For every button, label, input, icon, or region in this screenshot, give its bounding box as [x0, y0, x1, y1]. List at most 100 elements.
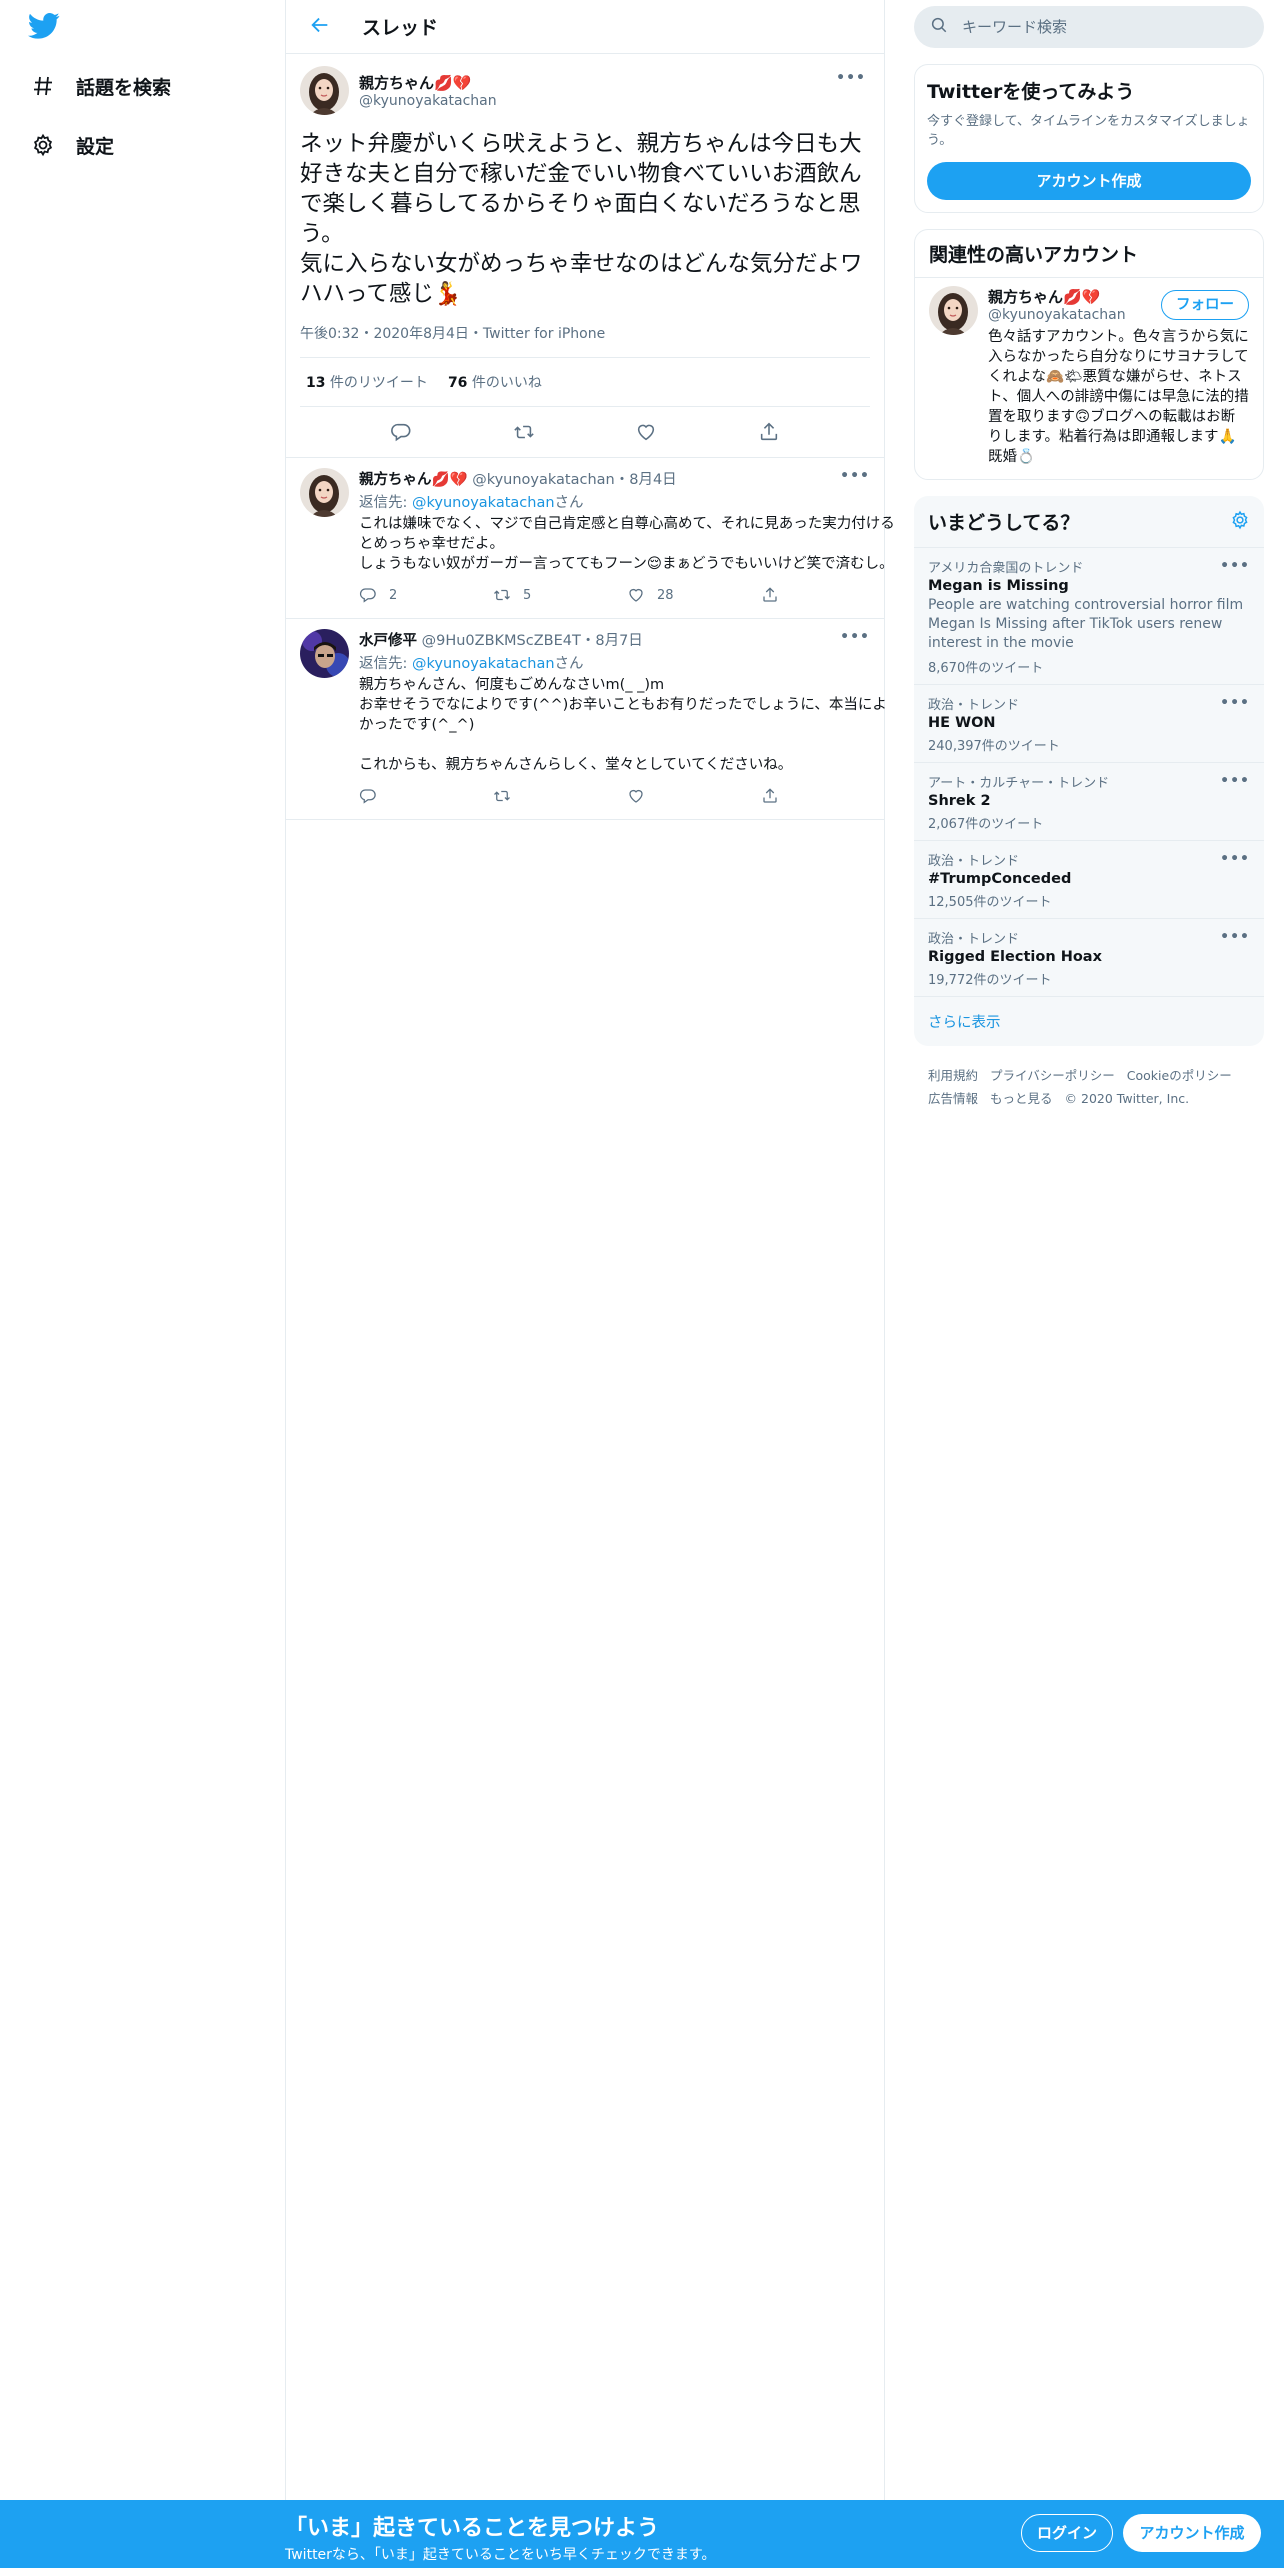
arrow-left-icon — [309, 14, 331, 40]
avatar[interactable] — [300, 629, 349, 678]
reply-count: 2 — [389, 587, 398, 603]
author-name[interactable]: 親方ちゃん💋💔 — [359, 72, 497, 93]
reply-to-prefix: 返信先: — [359, 495, 412, 511]
bottom-signup-bar: 「いま」起きていることを見つけよう Twitterなら、「いま」起きていることを… — [0, 2500, 1284, 2568]
avatar[interactable] — [300, 66, 349, 115]
like-button[interactable] — [627, 787, 761, 805]
create-account-button[interactable]: アカウント作成 — [927, 162, 1251, 200]
reply-tweet[interactable]: 水戸修平 @9Hu0ZBKMScZBE4T・8月7日 返信先: @kyunoya… — [286, 619, 887, 820]
back-button[interactable] — [302, 9, 338, 45]
more-icon[interactable]: ••• — [840, 468, 870, 484]
signup-desc: 今すぐ登録して、タイムラインをカスタマイズしましょう。 — [927, 114, 1250, 148]
signup-card: Twitterを使ってみよう 今すぐ登録して、タイムラインをカスタマイズしましょ… — [914, 64, 1264, 213]
more-icon[interactable]: ••• — [1220, 929, 1250, 945]
related-title: 関連性の高いアカウント — [915, 230, 1263, 278]
author-handle[interactable]: @kyunoyakatachan — [359, 93, 497, 109]
trend-count: 8,670件のツイート — [928, 661, 1044, 676]
tweet-actions — [300, 407, 870, 457]
more-icon[interactable]: ••• — [836, 70, 866, 86]
gear-icon — [28, 130, 58, 160]
footer: 利用規約 プライバシーポリシー Cookieのポリシー 広告情報 もっと見る © 202… — [914, 1046, 1264, 1128]
reply-button[interactable] — [359, 787, 493, 805]
footer-link-ads[interactable]: 広告情報 — [928, 1091, 978, 1106]
trend-count: 12,505件のツイート — [928, 895, 1052, 910]
nav-settings-label: 設定 — [76, 135, 115, 158]
trend-item[interactable]: 政治・トレンド #TrumpConceded 12,505件のツイート ••• — [914, 841, 1264, 919]
tweet-actions — [359, 783, 895, 809]
retweet-button[interactable] — [493, 787, 627, 805]
trend-count: 2,067件のツイート — [928, 817, 1044, 832]
like-count: 28 — [657, 587, 674, 603]
related-accounts-card: 関連性の高いアカウント 親方ちゃん💋💔 @kyunoyakatachan 色々話… — [914, 229, 1264, 480]
footer-link-cookies[interactable]: Cookieのポリシー — [1127, 1068, 1232, 1083]
author-name[interactable]: 水戸修平 — [359, 633, 417, 649]
nav-explore[interactable]: 話題を検索 — [28, 64, 171, 108]
share-icon — [761, 586, 779, 604]
page-title: スレッド — [362, 17, 439, 39]
search-box[interactable] — [914, 6, 1264, 48]
search-input[interactable] — [962, 18, 1222, 36]
trend-item[interactable]: 政治・トレンド Rigged Election Hoax 19,772件のツイー… — [914, 919, 1264, 997]
footer-link-more[interactable]: もっと見る — [990, 1091, 1053, 1106]
reply-to-link[interactable]: @kyunoyakatachan — [412, 656, 555, 672]
reply-button[interactable]: 2 — [359, 586, 493, 604]
trend-item[interactable]: アート・カルチャー・トレンド Shrek 2 2,067件のツイート ••• — [914, 763, 1264, 841]
share-icon[interactable] — [752, 415, 786, 449]
share-button[interactable] — [761, 586, 895, 604]
retweet-icon[interactable] — [507, 415, 541, 449]
reply-to: 返信先: @kyunoyakatachanさん — [359, 652, 895, 673]
more-icon[interactable]: ••• — [1220, 558, 1250, 574]
retweet-button[interactable]: 5 — [493, 586, 627, 604]
like-icon — [627, 586, 645, 604]
reply-icon — [359, 787, 377, 805]
gear-icon[interactable] — [1230, 510, 1250, 534]
trend-item[interactable]: アメリカ合衆国のトレンド Megan is Missing People are… — [914, 548, 1264, 685]
avatar[interactable] — [929, 286, 978, 335]
bottom-bar-title: 「いま」起きていることを見つけよう — [285, 2516, 660, 2541]
trend-name: Rigged Election Hoax — [928, 949, 1102, 965]
retweets-label: 件のリツイート — [325, 375, 428, 391]
trend-count: 19,772件のツイート — [928, 973, 1052, 988]
more-icon[interactable]: ••• — [840, 629, 870, 645]
related-account[interactable]: 親方ちゃん💋💔 @kyunoyakatachan 色々話すアカウント。色々言うか… — [915, 278, 1263, 479]
share-button[interactable] — [761, 787, 895, 805]
footer-link-privacy[interactable]: プライバシーポリシー — [990, 1068, 1115, 1083]
main-tweet: 親方ちゃん💋💔 @kyunoyakatachan ••• ネット弁慶がいくら吠え… — [286, 54, 884, 458]
login-button[interactable]: ログイン — [1021, 2514, 1113, 2552]
trend-count: 240,397件のツイート — [928, 739, 1060, 754]
like-button[interactable]: 28 — [627, 586, 761, 604]
more-icon[interactable]: ••• — [1220, 695, 1250, 711]
footer-link-terms[interactable]: 利用規約 — [928, 1068, 978, 1083]
reply-to-link[interactable]: @kyunoyakatachan — [412, 495, 555, 511]
retweets-count: 13 — [306, 375, 326, 391]
trend-name: Megan is Missing — [928, 578, 1069, 594]
retweets-stat[interactable]: 13 件のリツイート — [306, 372, 428, 392]
show-more-link[interactable]: さらに表示 — [914, 997, 1264, 1046]
reply-tweet[interactable]: 親方ちゃん💋💔 @kyunoyakatachan・8月4日 返信先: @kyun… — [286, 458, 895, 619]
author-name[interactable]: 親方ちゃん💋💔 — [359, 472, 468, 488]
more-icon[interactable]: ••• — [1220, 851, 1250, 867]
avatar[interactable] — [300, 468, 349, 517]
tweet-text: ネット弁慶がいくら吠えようと、親方ちゃんは今日も大好きな夫と自分で稼いだ金でいい… — [300, 131, 863, 307]
search-icon — [930, 16, 948, 38]
more-icon[interactable]: ••• — [1220, 773, 1250, 789]
follow-button[interactable]: フォロー — [1161, 290, 1249, 320]
signup-button[interactable]: アカウント作成 — [1123, 2514, 1261, 2552]
twitter-logo-icon[interactable] — [28, 12, 64, 44]
likes-label: 件のいいね — [467, 375, 542, 391]
hashtag-icon — [28, 71, 58, 101]
likes-stat[interactable]: 76 件のいいね — [448, 372, 542, 392]
related-bio: 色々話すアカウント。色々言うから気に入らなかったら自分なりにサヨナラしてくれよな… — [988, 329, 1249, 465]
nav-settings[interactable]: 設定 — [28, 123, 114, 167]
tweet-actions: 2 5 28 — [359, 582, 895, 608]
reply-to: 返信先: @kyunoyakatachanさん — [359, 491, 895, 512]
like-icon — [627, 787, 645, 805]
author-handle-date[interactable]: @9Hu0ZBKMScZBE4T・8月7日 — [422, 633, 643, 649]
trend-context: 政治・トレンド — [928, 854, 1020, 869]
trend-item[interactable]: 政治・トレンド HE WON 240,397件のツイート ••• — [914, 685, 1264, 763]
thread-column: スレッド 親方ちゃん💋💔 @kyunoyakatachan ••• ネット弁慶が… — [285, 0, 895, 2500]
reply-icon[interactable] — [384, 415, 418, 449]
tweet-meta[interactable]: 午後0:32・2020年8月4日・Twitter for iPhone — [300, 323, 870, 358]
author-handle-date[interactable]: @kyunoyakatachan・8月4日 — [472, 472, 676, 488]
like-icon[interactable] — [629, 415, 663, 449]
